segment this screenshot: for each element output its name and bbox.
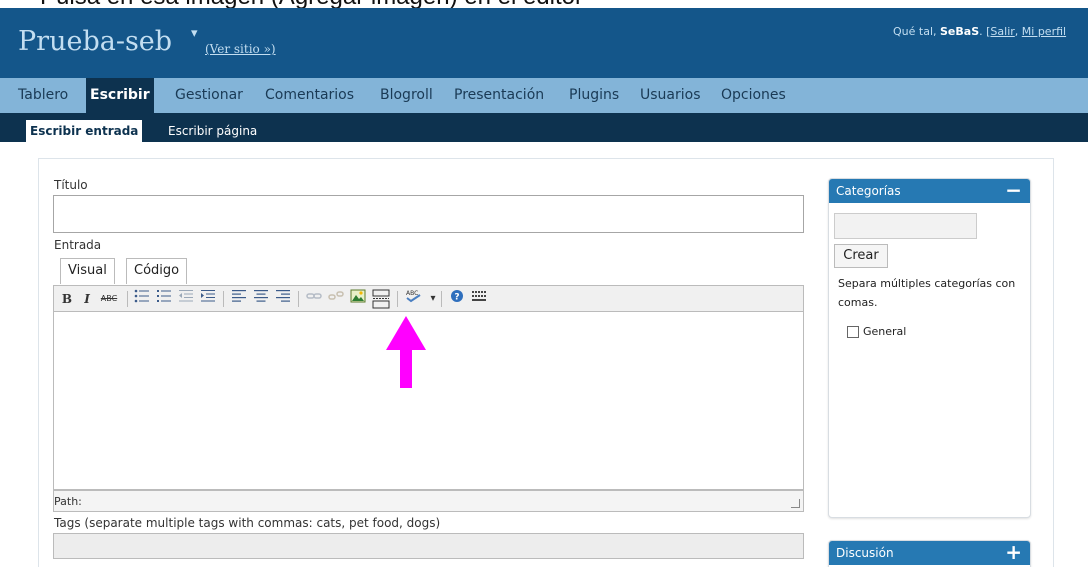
- username: SeBaS: [940, 25, 980, 38]
- align-left-icon[interactable]: [229, 289, 249, 309]
- menu-item-opciones[interactable]: Opciones: [721, 78, 786, 113]
- menu-item-blogroll[interactable]: Blogroll: [380, 78, 433, 113]
- collapse-icon[interactable]: −: [1005, 179, 1022, 201]
- tags-label: Tags (separate multiple tags with commas…: [54, 516, 441, 530]
- submenu-item-write-post[interactable]: Escribir entrada: [26, 120, 143, 142]
- kitchen-sink-icon[interactable]: [469, 289, 491, 309]
- menu-item-tablero[interactable]: Tablero: [18, 78, 68, 113]
- menu-item-usuarios[interactable]: Usuarios: [640, 78, 701, 113]
- align-center-icon[interactable]: [251, 289, 271, 309]
- discussion-box-header[interactable]: Discusión +: [829, 541, 1030, 565]
- top-caption-text: Pulsa en esa imagen (Agregar imagen) en …: [40, 0, 583, 8]
- user-greeting: Qué tal, SeBaS. [Salir, Mi perfil: [893, 25, 1066, 38]
- title-label: Título: [54, 178, 88, 192]
- spellcheck-icon[interactable]: ABC: [403, 289, 429, 309]
- indent-icon[interactable]: [198, 289, 218, 309]
- view-site-link-text[interactable]: (Ver sitio »): [205, 42, 276, 56]
- discussion-box: Discusión +: [828, 540, 1031, 567]
- spellcheck-glyph-text: ABC: [406, 290, 418, 297]
- path-label: Path:: [54, 495, 82, 508]
- editor-path-bar: Path:: [53, 490, 804, 512]
- create-category-button[interactable]: Crear: [834, 244, 888, 268]
- align-right-icon[interactable]: [273, 289, 293, 309]
- editor-toolbar: B I ABC ABC ▾ ?: [53, 285, 804, 312]
- tab-code[interactable]: Código: [126, 258, 188, 284]
- tags-input[interactable]: [53, 533, 804, 559]
- toolbar-separator: [223, 291, 224, 307]
- unlink-icon[interactable]: [326, 289, 346, 309]
- category-checkbox-general[interactable]: [847, 326, 859, 338]
- post-editor[interactable]: [53, 312, 804, 490]
- menu-item-escribir[interactable]: Escribir: [86, 78, 154, 113]
- resize-grip-icon[interactable]: [791, 499, 800, 508]
- new-category-input[interactable]: [834, 213, 977, 239]
- sub-menu: Escribir entrada Escribir página: [0, 113, 1088, 142]
- bold-button[interactable]: B: [61, 289, 73, 309]
- menu-item-gestionar[interactable]: Gestionar: [175, 78, 243, 113]
- greeting-sep: ,: [1014, 25, 1022, 38]
- toolbar-separator: [441, 291, 442, 307]
- discussion-title: Discusión: [836, 546, 894, 560]
- italic-button[interactable]: I: [81, 289, 93, 309]
- link-icon[interactable]: [304, 289, 324, 309]
- site-title[interactable]: Prueba-seb: [18, 26, 172, 57]
- numbered-list-icon[interactable]: [154, 289, 174, 309]
- site-dropdown-icon[interactable]: ▾: [191, 26, 198, 41]
- bullet-list-icon[interactable]: [132, 289, 152, 309]
- admin-header: Prueba-seb ▾ (Ver sitio ») Qué tal, SeBa…: [0, 8, 1088, 78]
- category-label-general: General: [863, 325, 907, 338]
- greeting-mid: . [: [979, 25, 991, 38]
- greeting-prefix: Qué tal,: [893, 25, 940, 38]
- strikethrough-button[interactable]: ABC: [99, 289, 119, 309]
- annotation-arrow-icon: [386, 316, 426, 388]
- help-icon[interactable]: ?: [447, 289, 467, 309]
- spellcheck-dropdown-icon[interactable]: ▾: [429, 289, 437, 309]
- categories-title: Categorías: [836, 184, 901, 198]
- title-input[interactable]: [53, 195, 804, 233]
- submenu-item-write-page[interactable]: Escribir página: [168, 120, 257, 142]
- toolbar-separator: [298, 291, 299, 307]
- insert-image-icon[interactable]: [348, 289, 368, 309]
- profile-link[interactable]: Mi perfil: [1022, 25, 1066, 38]
- main-menu: Tablero Escribir Gestionar Comentarios B…: [0, 78, 1088, 113]
- menu-item-comentarios[interactable]: Comentarios: [265, 78, 354, 113]
- more-tag-icon[interactable]: [370, 289, 392, 309]
- category-help-text: Separa múltiples categorías con comas.: [838, 277, 1016, 309]
- view-site-link[interactable]: (Ver sitio »): [205, 42, 276, 56]
- logout-link[interactable]: Salir: [990, 25, 1014, 38]
- top-caption-strip: Pulsa en esa imagen (Agregar imagen) en …: [0, 0, 1088, 8]
- expand-icon[interactable]: +: [1005, 541, 1022, 563]
- toolbar-separator: [127, 291, 128, 307]
- menu-item-plugins[interactable]: Plugins: [569, 78, 619, 113]
- tab-visual[interactable]: Visual: [60, 258, 115, 284]
- entry-label: Entrada: [54, 238, 102, 252]
- svg-text:?: ?: [454, 293, 459, 303]
- categories-box-header[interactable]: Categorías −: [829, 179, 1030, 203]
- outdent-icon[interactable]: [176, 289, 196, 309]
- menu-item-presentacion[interactable]: Presentación: [454, 78, 544, 113]
- toolbar-separator: [397, 291, 398, 307]
